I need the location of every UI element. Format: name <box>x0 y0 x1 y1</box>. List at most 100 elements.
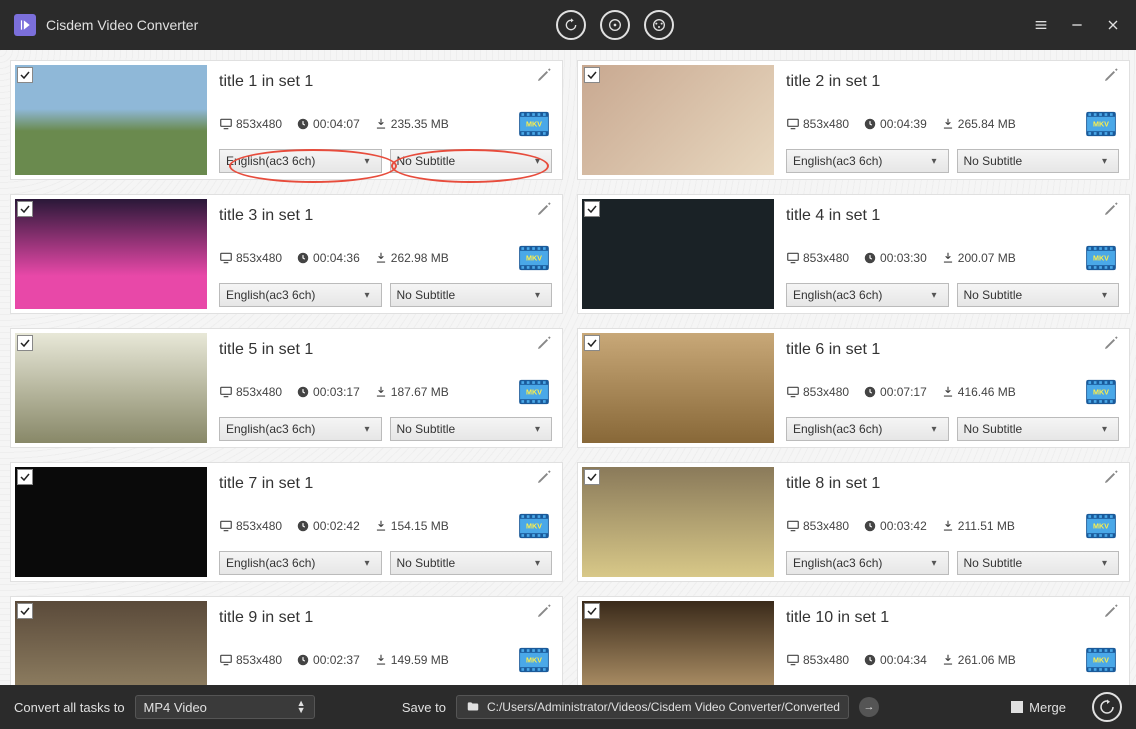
chevron-down-icon: ▾ <box>1102 290 1112 301</box>
edit-icon[interactable] <box>1103 67 1121 85</box>
updown-icon: ▲▼ <box>297 700 306 714</box>
format-icon[interactable]: MKV <box>516 646 552 674</box>
select-checkbox[interactable] <box>17 603 33 619</box>
rip-mode-button[interactable] <box>600 10 630 40</box>
select-checkbox[interactable] <box>584 201 600 217</box>
subtitle-select[interactable]: No Subtitle▾ <box>957 149 1120 173</box>
video-thumbnail[interactable] <box>15 333 207 443</box>
chevron-down-icon: ▾ <box>1102 558 1112 569</box>
subtitle-select[interactable]: No Subtitle▾ <box>957 417 1120 441</box>
format-icon[interactable]: MKV <box>1083 646 1119 674</box>
select-checkbox[interactable] <box>17 335 33 351</box>
edit-icon[interactable] <box>536 335 554 353</box>
video-thumbnail[interactable] <box>15 65 207 175</box>
audio-track-select[interactable]: English(ac3 6ch)▾ <box>219 417 382 441</box>
convert-all-label: Convert all tasks to <box>14 700 125 715</box>
select-checkbox[interactable] <box>17 469 33 485</box>
audio-track-select[interactable]: English(ac3 6ch)▾ <box>219 283 382 307</box>
format-icon[interactable]: MKV <box>1083 110 1119 138</box>
start-convert-button[interactable] <box>1092 692 1122 722</box>
convert-mode-button[interactable] <box>556 10 586 40</box>
svg-text:MKV: MKV <box>1093 656 1109 665</box>
video-thumbnail[interactable] <box>582 601 774 685</box>
duration-label: 00:04:07 <box>296 117 360 131</box>
edit-icon[interactable] <box>536 67 554 85</box>
chevron-down-icon: ▾ <box>365 156 375 167</box>
chevron-down-icon: ▾ <box>932 558 942 569</box>
select-checkbox[interactable] <box>584 469 600 485</box>
video-thumbnail[interactable] <box>582 199 774 309</box>
resolution-label: 853x480 <box>786 519 849 533</box>
resolution-label: 853x480 <box>786 653 849 667</box>
resolution-label: 853x480 <box>219 519 282 533</box>
resolution-label: 853x480 <box>219 251 282 265</box>
select-checkbox[interactable] <box>17 67 33 83</box>
edit-icon[interactable] <box>1103 603 1121 621</box>
subtitle-select[interactable]: No Subtitle▾ <box>390 283 553 307</box>
select-checkbox[interactable] <box>584 603 600 619</box>
select-checkbox[interactable] <box>584 335 600 351</box>
edit-icon[interactable] <box>536 469 554 487</box>
resolution-label: 853x480 <box>219 117 282 131</box>
edit-icon[interactable] <box>536 603 554 621</box>
chevron-down-icon: ▾ <box>535 558 545 569</box>
audio-track-select[interactable]: English(ac3 6ch)▾ <box>786 149 949 173</box>
svg-text:MKV: MKV <box>1093 388 1109 397</box>
duration-label: 00:07:17 <box>863 385 927 399</box>
video-title: title 7 in set 1 <box>219 475 552 493</box>
subtitle-select[interactable]: No Subtitle▾ <box>957 283 1120 307</box>
duration-label: 00:02:42 <box>296 519 360 533</box>
chevron-down-icon: ▾ <box>535 424 545 435</box>
video-thumbnail[interactable] <box>15 467 207 577</box>
edit-icon[interactable] <box>1103 201 1121 219</box>
format-icon[interactable]: MKV <box>1083 378 1119 406</box>
format-icon[interactable]: MKV <box>516 378 552 406</box>
chevron-down-icon: ▾ <box>932 156 942 167</box>
open-folder-button[interactable]: → <box>859 697 879 717</box>
edit-icon[interactable] <box>1103 469 1121 487</box>
video-thumbnail[interactable] <box>15 199 207 309</box>
menu-button[interactable] <box>1032 16 1050 34</box>
video-thumbnail[interactable] <box>582 467 774 577</box>
video-list: title 1 in set 1 853x480 00:04:07 235.35… <box>0 50 1136 685</box>
video-thumbnail[interactable] <box>582 65 774 175</box>
audio-track-select[interactable]: English(ac3 6ch)▾ <box>786 551 949 575</box>
subtitle-select[interactable]: No Subtitle▾ <box>390 149 553 173</box>
video-title: title 5 in set 1 <box>219 341 552 359</box>
format-icon[interactable]: MKV <box>516 110 552 138</box>
subtitle-select[interactable]: No Subtitle▾ <box>390 551 553 575</box>
edit-icon[interactable] <box>536 201 554 219</box>
audio-track-select[interactable]: English(ac3 6ch)▾ <box>786 283 949 307</box>
resolution-label: 853x480 <box>219 385 282 399</box>
select-checkbox[interactable] <box>584 67 600 83</box>
format-icon[interactable]: MKV <box>1083 244 1119 272</box>
app-logo-icon <box>14 14 36 36</box>
filesize-label: 187.67 MB <box>374 385 449 399</box>
download-mode-button[interactable] <box>644 10 674 40</box>
video-thumbnail[interactable] <box>582 333 774 443</box>
format-icon[interactable]: MKV <box>516 244 552 272</box>
format-icon[interactable]: MKV <box>1083 512 1119 540</box>
chevron-down-icon: ▾ <box>365 558 375 569</box>
format-icon[interactable]: MKV <box>516 512 552 540</box>
edit-icon[interactable] <box>1103 335 1121 353</box>
save-path-box[interactable]: C:/Users/Administrator/Videos/Cisdem Vid… <box>456 695 849 719</box>
subtitle-select[interactable]: No Subtitle▾ <box>957 551 1120 575</box>
filesize-label: 261.06 MB <box>941 653 1016 667</box>
svg-text:MKV: MKV <box>526 254 542 263</box>
audio-track-select[interactable]: English(ac3 6ch)▾ <box>786 417 949 441</box>
chevron-down-icon: ▾ <box>1102 156 1112 167</box>
video-card: title 2 in set 1 853x480 00:04:39 265.84… <box>577 60 1130 180</box>
merge-checkbox[interactable]: Merge <box>1011 700 1066 715</box>
close-button[interactable] <box>1104 16 1122 34</box>
duration-label: 00:03:42 <box>863 519 927 533</box>
video-card: title 8 in set 1 853x480 00:03:42 211.51… <box>577 462 1130 582</box>
subtitle-select[interactable]: No Subtitle▾ <box>390 417 553 441</box>
select-checkbox[interactable] <box>17 201 33 217</box>
video-thumbnail[interactable] <box>15 601 207 685</box>
audio-track-select[interactable]: English(ac3 6ch)▾ <box>219 551 382 575</box>
audio-track-select[interactable]: English(ac3 6ch)▾ <box>219 149 382 173</box>
output-format-select[interactable]: MP4 Video ▲▼ <box>135 695 315 719</box>
duration-label: 00:04:39 <box>863 117 927 131</box>
minimize-button[interactable] <box>1068 16 1086 34</box>
